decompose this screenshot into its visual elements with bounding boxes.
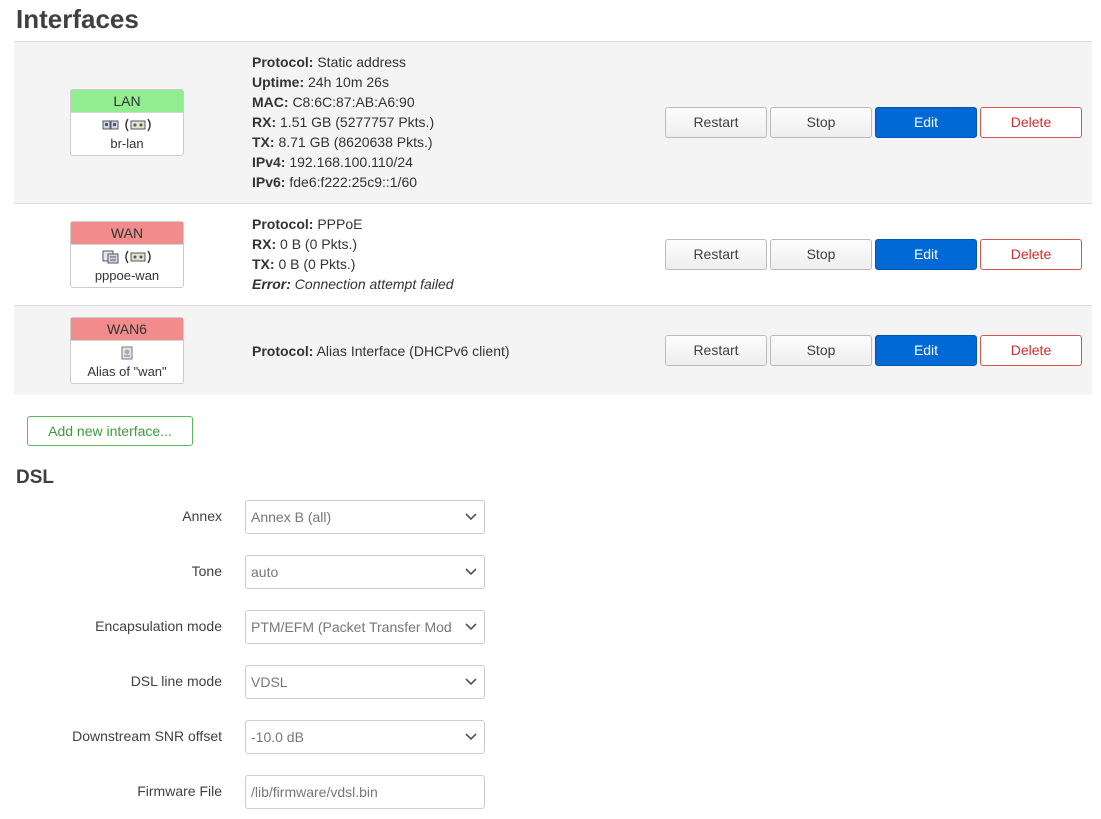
snr-offset-value: -10.0 dB bbox=[251, 729, 304, 745]
chevron-down-icon bbox=[464, 666, 478, 698]
interface-name: LAN bbox=[71, 90, 183, 113]
snr-offset-label: Downstream SNR offset bbox=[72, 728, 222, 744]
info-line: RX: 1.51 GB (5277757 Pkts.) bbox=[252, 114, 435, 130]
edit-button[interactable]: Edit bbox=[875, 335, 977, 366]
stop-button[interactable]: Stop bbox=[770, 335, 872, 366]
row-actions: Restart Stop Edit Delete bbox=[665, 335, 1082, 366]
row-actions: Restart Stop Edit Delete bbox=[665, 107, 1082, 138]
tone-value: auto bbox=[251, 564, 279, 580]
stop-button[interactable]: Stop bbox=[770, 107, 872, 138]
annex-select[interactable]: Annex B (all) bbox=[245, 500, 485, 534]
pppoe-device-icon bbox=[102, 250, 120, 267]
info-line: Protocol: Alias Interface (DHCPv6 client… bbox=[252, 343, 510, 359]
interface-name: WAN6 bbox=[71, 318, 183, 341]
interface-badge-wan6[interactable]: WAN6 Alias of "wan" bbox=[70, 317, 184, 384]
row-actions: Restart Stop Edit Delete bbox=[665, 239, 1082, 270]
section-title-dsl: DSL bbox=[16, 467, 54, 488]
encapsulation-select[interactable]: PTM/EFM (Packet Transfer Mod bbox=[245, 610, 485, 644]
line-mode-value: VDSL bbox=[251, 674, 288, 690]
wireless-icon bbox=[124, 250, 152, 267]
interface-badge-wan[interactable]: WAN pppoe-wan bbox=[70, 221, 184, 288]
alias-interface-icon bbox=[118, 346, 136, 363]
firmware-file-input[interactable]: /lib/firmware/vdsl.bin bbox=[245, 775, 485, 809]
line-mode-label: DSL line mode bbox=[130, 673, 222, 689]
delete-button[interactable]: Delete bbox=[980, 107, 1082, 138]
chevron-down-icon bbox=[464, 721, 478, 753]
restart-button[interactable]: Restart bbox=[665, 239, 767, 270]
wireless-icon bbox=[124, 118, 152, 135]
info-line: MAC: C8:6C:87:AB:A6:90 bbox=[252, 94, 415, 110]
firmware-file-placeholder: /lib/firmware/vdsl.bin bbox=[251, 784, 378, 800]
interface-device: pppoe-wan bbox=[94, 268, 160, 283]
info-line: Error: Connection attempt failed bbox=[252, 276, 454, 292]
page-title: Interfaces bbox=[16, 4, 139, 34]
restart-button[interactable]: Restart bbox=[665, 335, 767, 366]
info-line: IPv4: 192.168.100.110/24 bbox=[252, 154, 413, 170]
stop-button[interactable]: Stop bbox=[770, 239, 872, 270]
info-line: TX: 0 B (0 Pkts.) bbox=[252, 256, 356, 272]
interface-info-wan6: Protocol: Alias Interface (DHCPv6 client… bbox=[252, 341, 510, 361]
interface-info-wan: Protocol: PPPoE RX: 0 B (0 Pkts.) TX: 0 … bbox=[252, 214, 454, 294]
delete-button[interactable]: Delete bbox=[980, 239, 1082, 270]
chevron-down-icon bbox=[464, 556, 478, 588]
interface-info-lan: Protocol: Static address Uptime: 24h 10m… bbox=[252, 52, 434, 192]
info-line: Protocol: PPPoE bbox=[252, 216, 363, 232]
delete-button[interactable]: Delete bbox=[980, 335, 1082, 366]
interface-device: br-lan bbox=[110, 136, 144, 151]
info-line: IPv6: fde6:f222:25c9::1/60 bbox=[252, 174, 418, 190]
annex-label: Annex bbox=[182, 508, 222, 524]
page: Interfaces LAN br-lan Protocol: Static a… bbox=[0, 0, 1101, 819]
snr-offset-select[interactable]: -10.0 dB bbox=[245, 720, 485, 754]
firmware-file-label: Firmware File bbox=[137, 783, 222, 799]
tone-label: Tone bbox=[191, 563, 222, 579]
interface-row-lan: LAN br-lan Protocol: Static address Upti… bbox=[14, 42, 1092, 204]
encapsulation-value: PTM/EFM (Packet Transfer Mod bbox=[251, 619, 452, 635]
annex-value: Annex B (all) bbox=[251, 509, 332, 525]
info-line: Protocol: Static address bbox=[252, 54, 407, 70]
tone-select[interactable]: auto bbox=[245, 555, 485, 589]
info-line: Uptime: 24h 10m 26s bbox=[252, 74, 389, 90]
ethernet-ports-icon bbox=[102, 118, 120, 135]
line-mode-select[interactable]: VDSL bbox=[245, 665, 485, 699]
interface-row-wan: WAN pppoe-wan Protocol: PPPoE RX: 0 B (0… bbox=[14, 204, 1092, 306]
chevron-down-icon bbox=[464, 611, 478, 643]
edit-button[interactable]: Edit bbox=[875, 107, 977, 138]
interface-device: Alias of "wan" bbox=[87, 364, 167, 379]
interface-name: WAN bbox=[71, 222, 183, 245]
chevron-down-icon bbox=[464, 501, 478, 533]
restart-button[interactable]: Restart bbox=[665, 107, 767, 138]
encapsulation-label: Encapsulation mode bbox=[95, 618, 222, 634]
info-line: RX: 0 B (0 Pkts.) bbox=[252, 236, 358, 252]
edit-button[interactable]: Edit bbox=[875, 239, 977, 270]
add-interface-button[interactable]: Add new interface... bbox=[27, 416, 193, 446]
interface-badge-lan[interactable]: LAN br-lan bbox=[70, 89, 184, 156]
info-line: TX: 8.71 GB (8620638 Pkts.) bbox=[252, 134, 433, 150]
interface-row-wan6: WAN6 Alias of "wan" Protocol: Alias Inte… bbox=[14, 306, 1092, 395]
